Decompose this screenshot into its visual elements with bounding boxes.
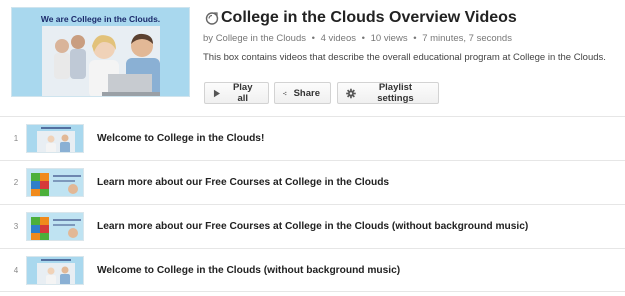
video-index: 2 (13, 178, 19, 187)
meta-separator: • (311, 33, 315, 44)
meta-separator: • (361, 33, 365, 44)
share-button[interactable]: Share (274, 82, 331, 104)
playlist-meta: by College in the Clouds • 4 videos • 10… (203, 33, 512, 44)
video-thumbnail[interactable] (26, 212, 84, 241)
thumbnail-caption: We are College in the Clouds. (40, 14, 161, 24)
video-count: 4 videos (320, 33, 356, 44)
play-all-button[interactable]: Play all (204, 82, 269, 104)
share-label: Share (293, 87, 320, 99)
video-index: 1 (13, 134, 19, 143)
puzzle-thumbnail-icon (27, 169, 83, 196)
title-row: College in the Clouds Overview Videos (205, 8, 517, 28)
video-title[interactable]: Learn more about our Free Courses at Col… (97, 221, 528, 232)
total-duration: 7 minutes, 7 seconds (422, 33, 512, 44)
video-thumbnail[interactable] (26, 124, 84, 153)
video-row[interactable]: 2 Learn more about our Free Courses at C… (0, 160, 625, 204)
puzzle-thumbnail-icon (27, 213, 83, 240)
share-icon (283, 91, 287, 95)
playlist-header: We are College in the Clouds. College in… (0, 0, 625, 112)
video-thumbnail[interactable] (26, 255, 84, 285)
video-index: 4 (13, 265, 19, 275)
play-icon (213, 89, 220, 97)
playlist-settings-label: Playlist settings (377, 82, 414, 104)
people-thumbnail-icon (27, 256, 83, 284)
playlist-globe-icon (205, 12, 219, 25)
video-list: 1 Welcome to College in the Clouds! 2 Le… (0, 116, 625, 292)
view-count: 10 views (370, 33, 408, 44)
people-thumbnail-icon (27, 125, 83, 152)
play-all-label: Play all (232, 82, 253, 104)
video-row[interactable]: 3 Learn more about our Free Courses at C… (0, 204, 625, 248)
meta-separator: • (413, 33, 417, 44)
playlist-description: This box contains videos that describe t… (203, 52, 606, 63)
video-row[interactable]: 4 Welcome to College in the Clouds (with… (0, 248, 625, 292)
gear-icon (346, 88, 356, 98)
playlist-title: College in the Clouds Overview Videos (221, 9, 517, 26)
video-thumbnail[interactable] (26, 168, 84, 197)
playlist-toolbar: Play all Share Playlist settings (204, 82, 439, 104)
video-title[interactable]: Welcome to College in the Clouds! (97, 133, 264, 144)
playlist-thumbnail[interactable]: We are College in the Clouds. (11, 7, 190, 97)
owner-link[interactable]: College in the Clouds (216, 33, 306, 44)
playlist-settings-button[interactable]: Playlist settings (337, 82, 439, 104)
video-index: 3 (13, 222, 19, 231)
owner-prefix: by (203, 33, 214, 44)
video-row[interactable]: 1 Welcome to College in the Clouds! (0, 116, 625, 160)
video-title[interactable]: Welcome to College in the Clouds (withou… (97, 265, 400, 276)
video-title[interactable]: Learn more about our Free Courses at Col… (97, 177, 389, 188)
